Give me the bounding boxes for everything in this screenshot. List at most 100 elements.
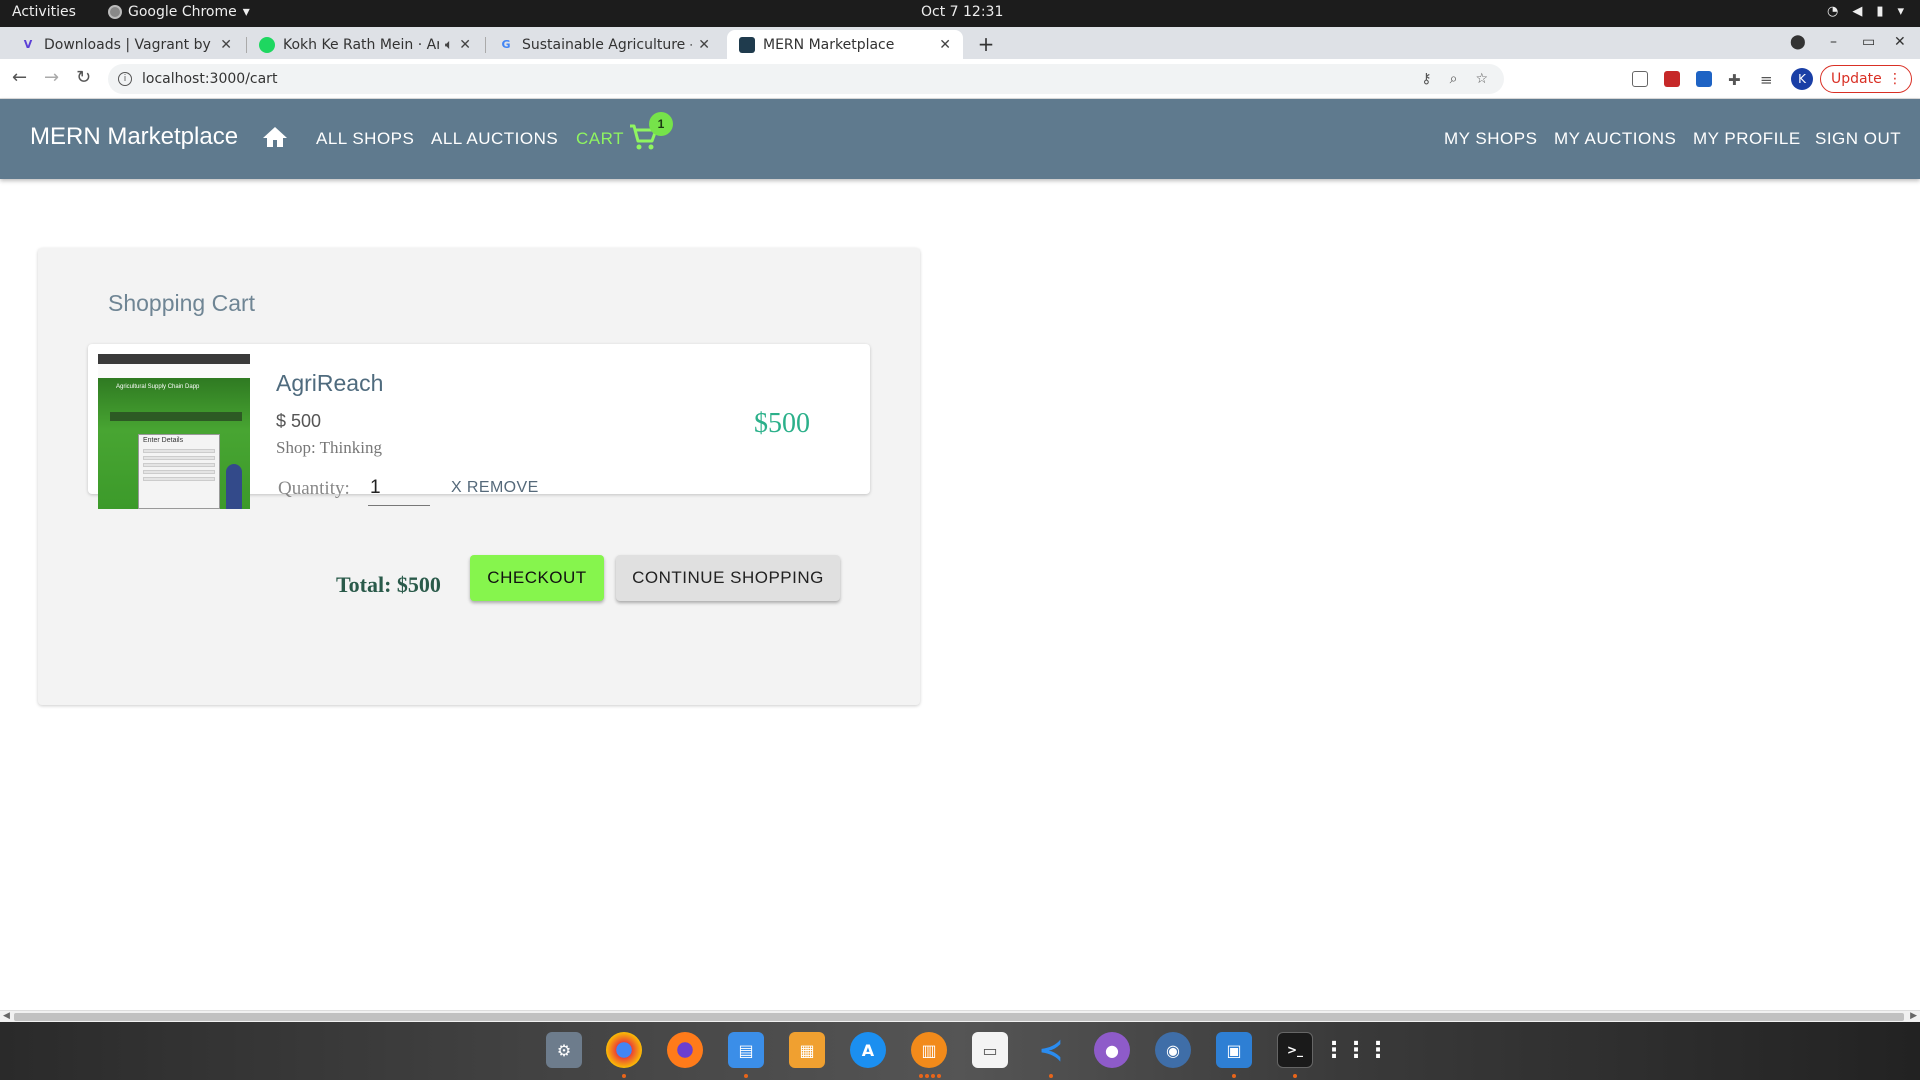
zoom-icon[interactable]: ⌕ [1450, 71, 1458, 87]
books-icon[interactable]: ▥ [911, 1032, 947, 1068]
caret-down-icon: ▾ [1897, 4, 1904, 19]
update-button[interactable]: Update ⋮ [1820, 65, 1912, 93]
close-tab-icon[interactable]: ✕ [220, 37, 232, 53]
profile-avatar[interactable]: K [1791, 68, 1813, 90]
scroll-left-icon[interactable]: ◀ [3, 1011, 10, 1021]
thumbnail-header: Agricultural Supply Chain Dapp [116, 384, 200, 390]
app-menu[interactable]: Google Chrome ▾ [108, 4, 250, 20]
nav-all-shops[interactable]: ALL SHOPS [316, 129, 414, 149]
checkout-button[interactable]: CHECKOUT [470, 555, 604, 601]
scrollbar-thumb[interactable] [14, 1013, 1904, 1021]
files-icon[interactable]: ▤ [728, 1032, 764, 1068]
address-bar[interactable]: i localhost:3000/cart ⚷ ⌕ ☆ [108, 64, 1504, 94]
browser-toolbar: ← → ↻ i localhost:3000/cart ⚷ ⌕ ☆ ✚ ≡ K … [0, 59, 1920, 99]
store-icon[interactable]: ▦ [789, 1032, 825, 1068]
home-icon[interactable] [262, 125, 288, 154]
settings-icon[interactable]: ⚙ [546, 1032, 582, 1068]
brand-title: MERN Marketplace [30, 123, 239, 150]
spotify-icon [259, 36, 275, 53]
close-tab-icon[interactable]: ✕ [698, 37, 710, 53]
tab-title: MERN Marketplace [763, 36, 895, 53]
tab-title: Sustainable Agriculture - [522, 36, 693, 53]
nav-my-shops[interactable]: MY SHOPS [1444, 129, 1537, 149]
quantity-label: Quantity: [278, 478, 350, 499]
react-icon [739, 36, 755, 53]
product-price: $ 500 [276, 411, 322, 431]
monitor-icon[interactable]: ▣ [1216, 1032, 1252, 1068]
battery-icon: ▮ [1876, 4, 1884, 19]
tab-strip: V Downloads | Vagrant by H ✕ Kokh Ke Rat… [0, 27, 1920, 59]
close-tab-icon[interactable]: ✕ [459, 37, 471, 53]
media-control-icon[interactable]: ≡ [1760, 71, 1776, 89]
quantity-input[interactable] [368, 470, 430, 506]
screenshot-extension-icon[interactable] [1632, 71, 1648, 87]
chrome-mini-icon [108, 5, 122, 19]
chrome-icon[interactable] [606, 1032, 642, 1068]
app-bar: MERN Marketplace ALL SHOPS ALL AUCTIONS … [0, 99, 1920, 179]
tab-mern-marketplace[interactable]: MERN Marketplace ✕ [727, 30, 963, 59]
continue-shopping-button[interactable]: CONTINUE SHOPPING [616, 555, 840, 601]
close-window-icon[interactable]: ✕ [1894, 34, 1906, 50]
nav-cart[interactable]: CART [576, 129, 624, 149]
thumbnail-form-title: Enter Details [143, 437, 184, 444]
vscode-icon[interactable]: ≺ [1033, 1032, 1069, 1068]
app-menu-label: Google Chrome [128, 4, 237, 20]
bookmark-star-icon[interactable]: ☆ [1475, 71, 1488, 87]
item-line-total: $500 [754, 408, 810, 439]
cart-count-badge: 1 [649, 112, 673, 136]
close-tab-icon[interactable]: ✕ [939, 37, 951, 53]
product-shop: Shop: Thinking [276, 438, 382, 457]
vagrant-icon: V [23, 38, 33, 51]
volume-icon: ◀ [1852, 4, 1863, 19]
shopping-cart-panel: Shopping Cart Agricultural Supply Chain … [38, 248, 920, 705]
system-tray[interactable]: ◔ ◀ ▮ ▾ [1827, 4, 1904, 19]
system-top-bar: Activities Google Chrome ▾ Oct 7 12:31 ◔… [0, 0, 1920, 27]
update-label: Update [1831, 71, 1882, 87]
nav-sign-out[interactable]: SIGN OUT [1815, 129, 1901, 149]
site-info-icon[interactable]: i [118, 72, 132, 86]
red-extension-icon[interactable] [1664, 71, 1680, 87]
nav-my-profile[interactable]: MY PROFILE [1693, 129, 1801, 149]
minimize-icon[interactable]: – [1830, 34, 1837, 50]
url-text[interactable]: localhost:3000/cart [142, 71, 277, 87]
menu-dots-icon: ⋮ [1888, 71, 1902, 87]
terminal-icon[interactable]: >_ [1277, 1032, 1313, 1068]
dock: ⚙ ▤ ▦ A ▥ ▭ ≺ ● ◉ ▣ >_ ⋮⋮⋮ [0, 1022, 1920, 1080]
cart-title: Shopping Cart [108, 290, 256, 316]
clock[interactable]: Oct 7 12:31 [921, 4, 1003, 20]
remove-item-button[interactable]: X REMOVE [451, 479, 539, 497]
scroll-right-icon[interactable]: ▶ [1910, 1011, 1917, 1021]
puzzle-extensions-icon[interactable]: ✚ [1728, 71, 1744, 89]
appstore-icon[interactable]: A [850, 1032, 886, 1068]
product-thumbnail[interactable]: Agricultural Supply Chain Dapp Enter Det… [98, 354, 250, 509]
google-icon: G [501, 38, 511, 51]
nav-all-auctions[interactable]: ALL AUCTIONS [431, 129, 558, 149]
wifi-icon: ◔ [1826, 4, 1839, 19]
new-tab-button[interactable]: + [974, 32, 998, 56]
cart-total: Total: $500 [336, 572, 441, 597]
back-icon[interactable]: ← [12, 67, 27, 88]
tab-title: Downloads | Vagrant by H [44, 36, 215, 53]
key-icon[interactable]: ⚷ [1421, 71, 1431, 87]
tab-spotify[interactable]: Kokh Ke Rath Mein · Ar 🔈︎ ✕ [247, 30, 483, 59]
tab-vagrant[interactable]: V Downloads | Vagrant by H ✕ [8, 30, 244, 59]
restore-icon[interactable]: ▭ [1862, 34, 1875, 50]
nav-my-auctions[interactable]: MY AUCTIONS [1554, 129, 1676, 149]
github-icon[interactable]: ● [1094, 1032, 1130, 1068]
reload-icon[interactable]: ↻ [76, 67, 91, 88]
product-name[interactable]: AgriReach [276, 370, 383, 397]
tab-google[interactable]: G Sustainable Agriculture - ✕ [486, 30, 722, 59]
horizontal-scrollbar[interactable]: ◀ ▶ [0, 1010, 1920, 1022]
audio-icon[interactable]: 🔈︎ [445, 37, 453, 53]
activities-button[interactable]: Activities [12, 4, 76, 20]
text-editor-icon[interactable]: ▭ [972, 1032, 1008, 1068]
firefox-icon[interactable] [667, 1032, 703, 1068]
app-grid-icon[interactable]: ⋮⋮⋮ [1323, 1032, 1389, 1068]
blue-extension-icon[interactable] [1696, 71, 1712, 87]
tab-title: Kokh Ke Rath Mein · Ar [283, 36, 439, 53]
cart-item: Agricultural Supply Chain Dapp Enter Det… [88, 344, 870, 509]
caret-down-icon: ▾ [242, 4, 250, 20]
postgres-icon[interactable]: ◉ [1155, 1032, 1191, 1068]
tab-search-icon[interactable]: ⬤ [1790, 34, 1806, 50]
forward-icon[interactable]: → [44, 67, 59, 88]
